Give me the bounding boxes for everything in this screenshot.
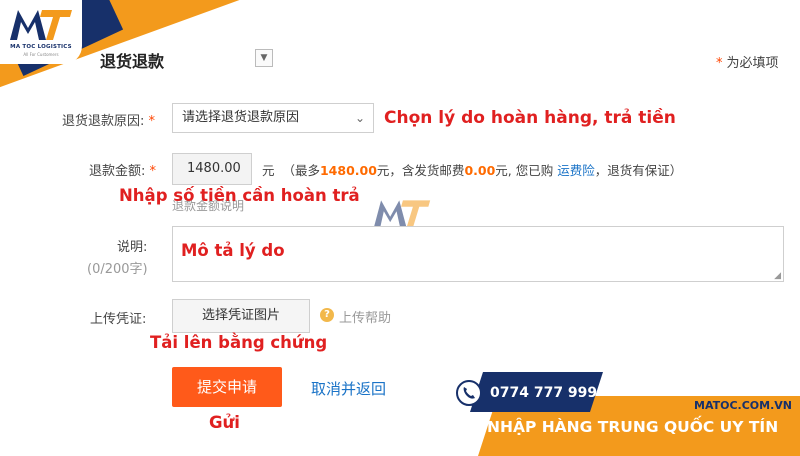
phone-number: 0774 777 999 [490, 385, 598, 401]
reason-select-value: 请选择退货退款原因 [182, 110, 300, 125]
submit-button[interactable]: 提交申请 [172, 367, 282, 407]
annotation-upload: Tải lên bằng chứng [150, 333, 328, 352]
form-title: 退货退款 [100, 52, 165, 71]
annotation-reason: Chọn lý do hoàn hàng, trả tiền [384, 108, 676, 128]
amount-max: 1480.00 [319, 163, 377, 178]
description-label: 说明: [117, 240, 148, 255]
cancel-link[interactable]: 取消并返回 [311, 378, 386, 399]
shipping-fee: 0.00 [464, 163, 496, 178]
amount-detail: 元 （最多1480.00元，含发货邮费0.00元, 您已购 运费险，退货有保证） [262, 163, 683, 178]
description-counter: (0/200字) [87, 262, 148, 277]
required-star: * [716, 56, 723, 71]
reason-label: 退货退款原因: * [62, 114, 156, 129]
insurance-link[interactable]: 运费险 [557, 163, 595, 178]
logo-name: MA TOC LOGISTICS [10, 44, 72, 50]
reason-select[interactable]: 请选择退货退款原因 ⌄ [172, 103, 374, 133]
slogan: NHẬP HÀNG TRUNG QUỐC UY TÍN [487, 418, 779, 436]
logo-icon [10, 10, 72, 40]
phone-icon [456, 380, 482, 406]
amount-label: 退款金额: * [89, 164, 157, 179]
caret-down-icon: ▼ [260, 53, 268, 63]
annotation-submit: Gửi [209, 413, 240, 432]
brand-logo: MA TOC LOGISTICS All For Customers [0, 0, 82, 64]
required-note: * 为必填项 [716, 56, 779, 71]
upload-button[interactable]: 选择凭证图片 [172, 299, 310, 333]
website-text: MATOC.COM.VN [694, 399, 792, 412]
title-dropdown-button[interactable]: ▼ [255, 49, 273, 67]
question-icon[interactable]: ? [320, 308, 334, 322]
upload-label: 上传凭证: [90, 312, 147, 327]
annotation-description: Mô tả lý do [181, 241, 285, 260]
amount-input[interactable]: 1480.00 [172, 153, 252, 185]
annotation-amount: Nhập số tiền cần hoàn trả [119, 186, 360, 205]
chevron-down-icon: ⌄ [354, 111, 365, 125]
resize-grip-icon[interactable]: ◢ [774, 271, 781, 281]
upload-help-link[interactable]: 上传帮助 [339, 307, 391, 326]
logo-tagline: All For Customers [23, 52, 59, 57]
